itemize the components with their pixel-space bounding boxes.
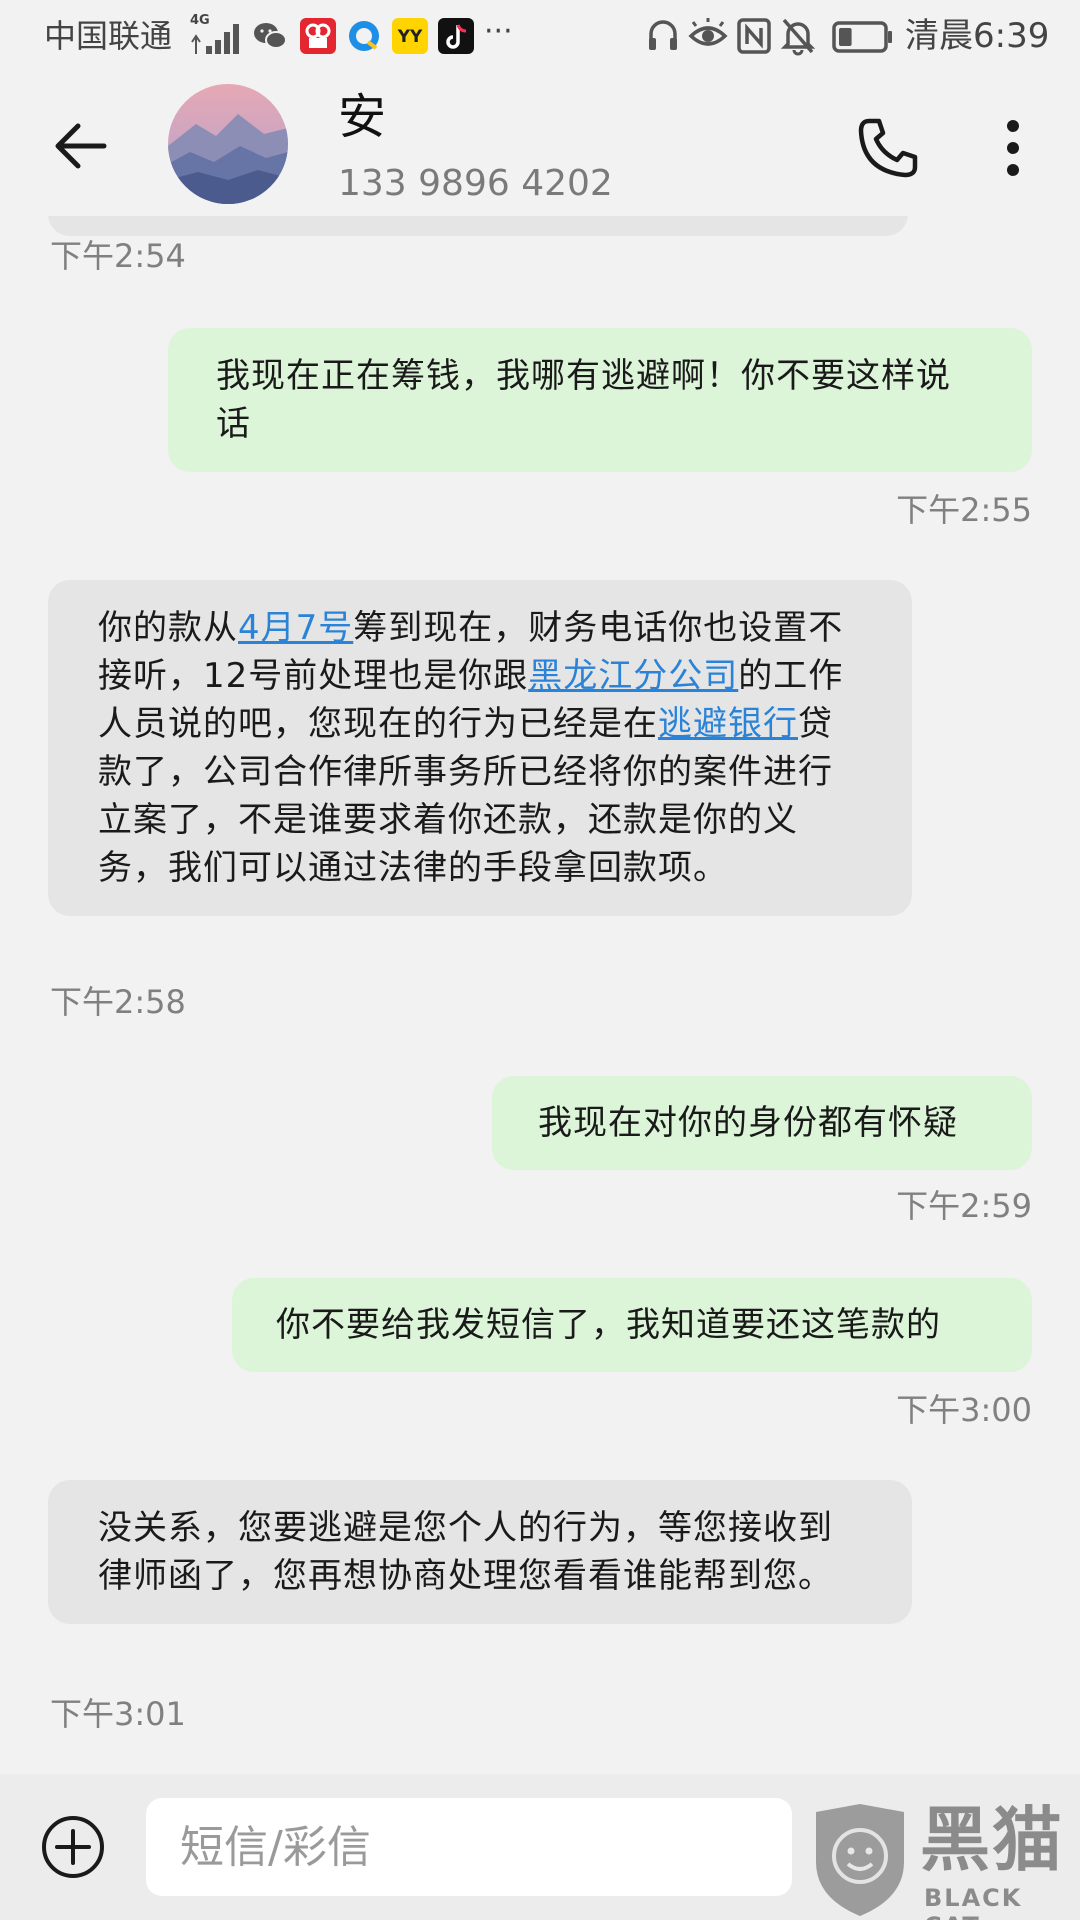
status-time: 清晨6:39 (905, 16, 1050, 56)
eye-comfort-icon (688, 16, 728, 60)
message-bubble-incoming[interactable] (48, 216, 908, 236)
phone-icon (858, 118, 918, 178)
message-input[interactable] (146, 1798, 792, 1896)
status-bar: 中国联通 4G YY ··· 清晨6:39 (0, 0, 1080, 72)
carrier-name: 中国联通 (44, 17, 173, 55)
mute-icon (780, 16, 816, 60)
message-timestamp: 下午2:54 (50, 237, 186, 275)
message-timestamp: 下午3:00 (896, 1391, 1032, 1429)
message-bubble-outgoing[interactable]: 我现在正在筹钱，我哪有逃避啊！你不要这样说话 (168, 328, 1032, 472)
browser-app-icon (346, 18, 382, 54)
nfc-icon (736, 16, 772, 60)
keyword-link[interactable]: 逃避银行 (658, 704, 798, 744)
call-button[interactable] (848, 108, 928, 188)
message-text: 你不要给我发短信了，我知道要还这笔款的 (276, 1305, 941, 1345)
back-button[interactable] (40, 106, 120, 186)
message-bubble-incoming[interactable]: 你的款从4月7号筹到现在，财务电话你也设置不接听，12号前处理也是你跟黑龙江分公… (48, 580, 912, 916)
message-text: 我现在对你的身份都有怀疑 (538, 1103, 958, 1143)
more-notifications-icon: ··· (484, 14, 513, 49)
message-text: 没关系，您要逃避是您个人的行为，等您接收到律师函了，您再想协商处理您看看谁能帮到… (98, 1508, 833, 1596)
date-link[interactable]: 4月7号 (238, 608, 353, 648)
message-bubble-outgoing[interactable]: 我现在对你的身份都有怀疑 (492, 1076, 1032, 1170)
message-list[interactable]: 下午2:54 我现在正在筹钱，我哪有逃避啊！你不要这样说话 下午2:55 你的款… (0, 216, 1080, 1774)
video-app-icon (300, 18, 336, 54)
message-composer (0, 1774, 1080, 1920)
wechat-icon (252, 18, 288, 54)
headset-icon (646, 16, 680, 60)
message-timestamp: 下午2:58 (50, 983, 186, 1021)
contact-name: 安 (338, 89, 387, 145)
mountain-avatar-icon (168, 84, 288, 204)
add-circle-icon (42, 1816, 104, 1878)
more-vertical-icon (1007, 120, 1019, 176)
signal-icon (188, 20, 244, 60)
message-timestamp: 下午2:55 (896, 491, 1032, 529)
avatar[interactable] (168, 84, 288, 204)
message-timestamp: 下午3:01 (50, 1695, 186, 1733)
battery-icon (832, 20, 894, 58)
tiktok-icon (438, 18, 474, 54)
svg-text:YY: YY (397, 27, 423, 47)
message-bubble-incoming[interactable]: 没关系，您要逃避是您个人的行为，等您接收到律师函了，您再想协商处理您看看谁能帮到… (48, 1480, 912, 1624)
message-text: 我现在正在筹钱，我哪有逃避啊！你不要这样说话 (216, 356, 951, 444)
message-bubble-outgoing[interactable]: 你不要给我发短信了，我知道要还这笔款的 (232, 1278, 1032, 1372)
message-timestamp: 下午2:59 (896, 1187, 1032, 1225)
back-arrow-icon (55, 123, 107, 169)
more-button[interactable] (988, 108, 1038, 188)
attach-button[interactable] (40, 1814, 106, 1880)
yy-app-icon: YY (392, 18, 428, 54)
conversation-header: 安 133 9896 4202 (0, 72, 1080, 216)
location-link[interactable]: 黑龙江分公司 (528, 656, 738, 696)
contact-number: 133 9896 4202 (338, 163, 613, 204)
message-text-segment: 你的款从 (98, 608, 238, 648)
